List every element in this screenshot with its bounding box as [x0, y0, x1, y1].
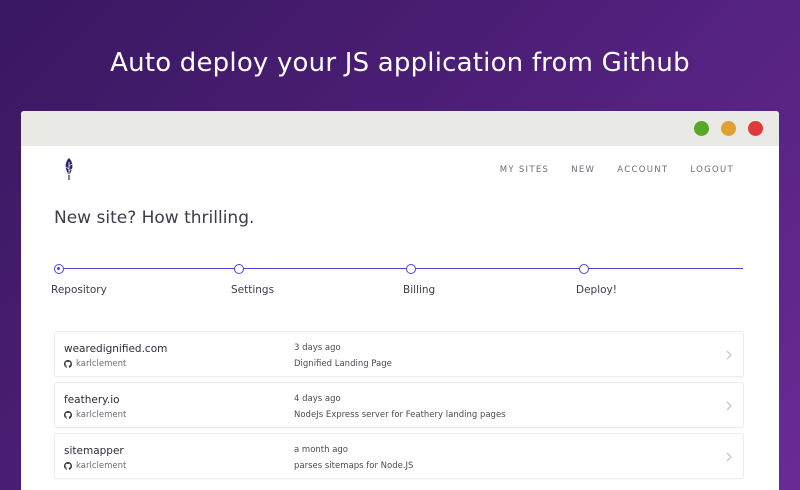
nav-item-new[interactable]: NEW — [571, 165, 595, 175]
step-indicator — [406, 264, 416, 274]
site-owner: karlclement — [64, 359, 126, 369]
site-updated-time: 4 days ago — [294, 394, 341, 404]
github-icon — [64, 360, 72, 368]
site-owner: karlclement — [64, 410, 126, 420]
nav-menu: MY SITES NEW ACCOUNT LOGOUT — [500, 165, 734, 175]
stepper-line — [54, 268, 743, 269]
window-maximize-button[interactable] — [694, 121, 709, 136]
site-description: Dignified Landing Page — [294, 359, 392, 369]
step-label: Billing — [403, 284, 436, 296]
list-item[interactable]: feathery.io karlclement 4 days ago NodeJ… — [54, 382, 744, 428]
site-name: sitemapper — [64, 445, 124, 457]
progress-stepper: Repository Settings Billing Deploy! — [51, 264, 744, 304]
nav-item-logout[interactable]: LOGOUT — [690, 165, 734, 175]
site-owner: karlclement — [64, 461, 126, 471]
chevron-right-icon[interactable] — [725, 350, 733, 360]
top-nav: MY SITES NEW ACCOUNT LOGOUT — [21, 146, 779, 191]
step-label: Repository — [51, 284, 107, 296]
site-description: NodeJs Express server for Feathery landi… — [294, 410, 506, 420]
site-owner-name: karlclement — [76, 461, 127, 471]
chevron-right-icon[interactable] — [725, 452, 733, 462]
list-item[interactable]: sitemapper karlclement a month ago parse… — [54, 433, 744, 479]
step-label: Deploy! — [576, 284, 617, 296]
browser-window: MY SITES NEW ACCOUNT LOGOUT New site? Ho… — [21, 111, 779, 490]
step-label: Settings — [231, 284, 275, 296]
site-updated-time: 3 days ago — [294, 343, 341, 353]
window-close-button[interactable] — [748, 121, 763, 136]
site-owner-name: karlclement — [76, 410, 127, 420]
headline: Auto deploy your JS application from Git… — [110, 48, 690, 78]
step-indicator — [579, 264, 589, 274]
page-title: New site? How thrilling. — [54, 208, 255, 228]
step-indicator-active — [54, 264, 64, 274]
window-titlebar — [21, 111, 779, 146]
site-description: parses sitemaps for Node.JS — [294, 461, 414, 471]
chevron-right-icon[interactable] — [725, 401, 733, 411]
github-icon — [64, 462, 72, 470]
site-name: wearedignified.com — [64, 343, 168, 355]
github-icon — [64, 411, 72, 419]
list-item[interactable]: wearedignified.com karlclement 3 days ag… — [54, 331, 744, 377]
nav-item-account[interactable]: ACCOUNT — [617, 165, 668, 175]
site-updated-time: a month ago — [294, 445, 349, 455]
feather-logo-icon[interactable] — [63, 158, 75, 180]
nav-item-my-sites[interactable]: MY SITES — [500, 165, 550, 175]
site-owner-name: karlclement — [76, 359, 127, 369]
site-list: wearedignified.com karlclement 3 days ag… — [54, 331, 744, 484]
step-indicator — [234, 264, 244, 274]
window-minimize-button[interactable] — [721, 121, 736, 136]
site-name: feathery.io — [64, 394, 120, 406]
